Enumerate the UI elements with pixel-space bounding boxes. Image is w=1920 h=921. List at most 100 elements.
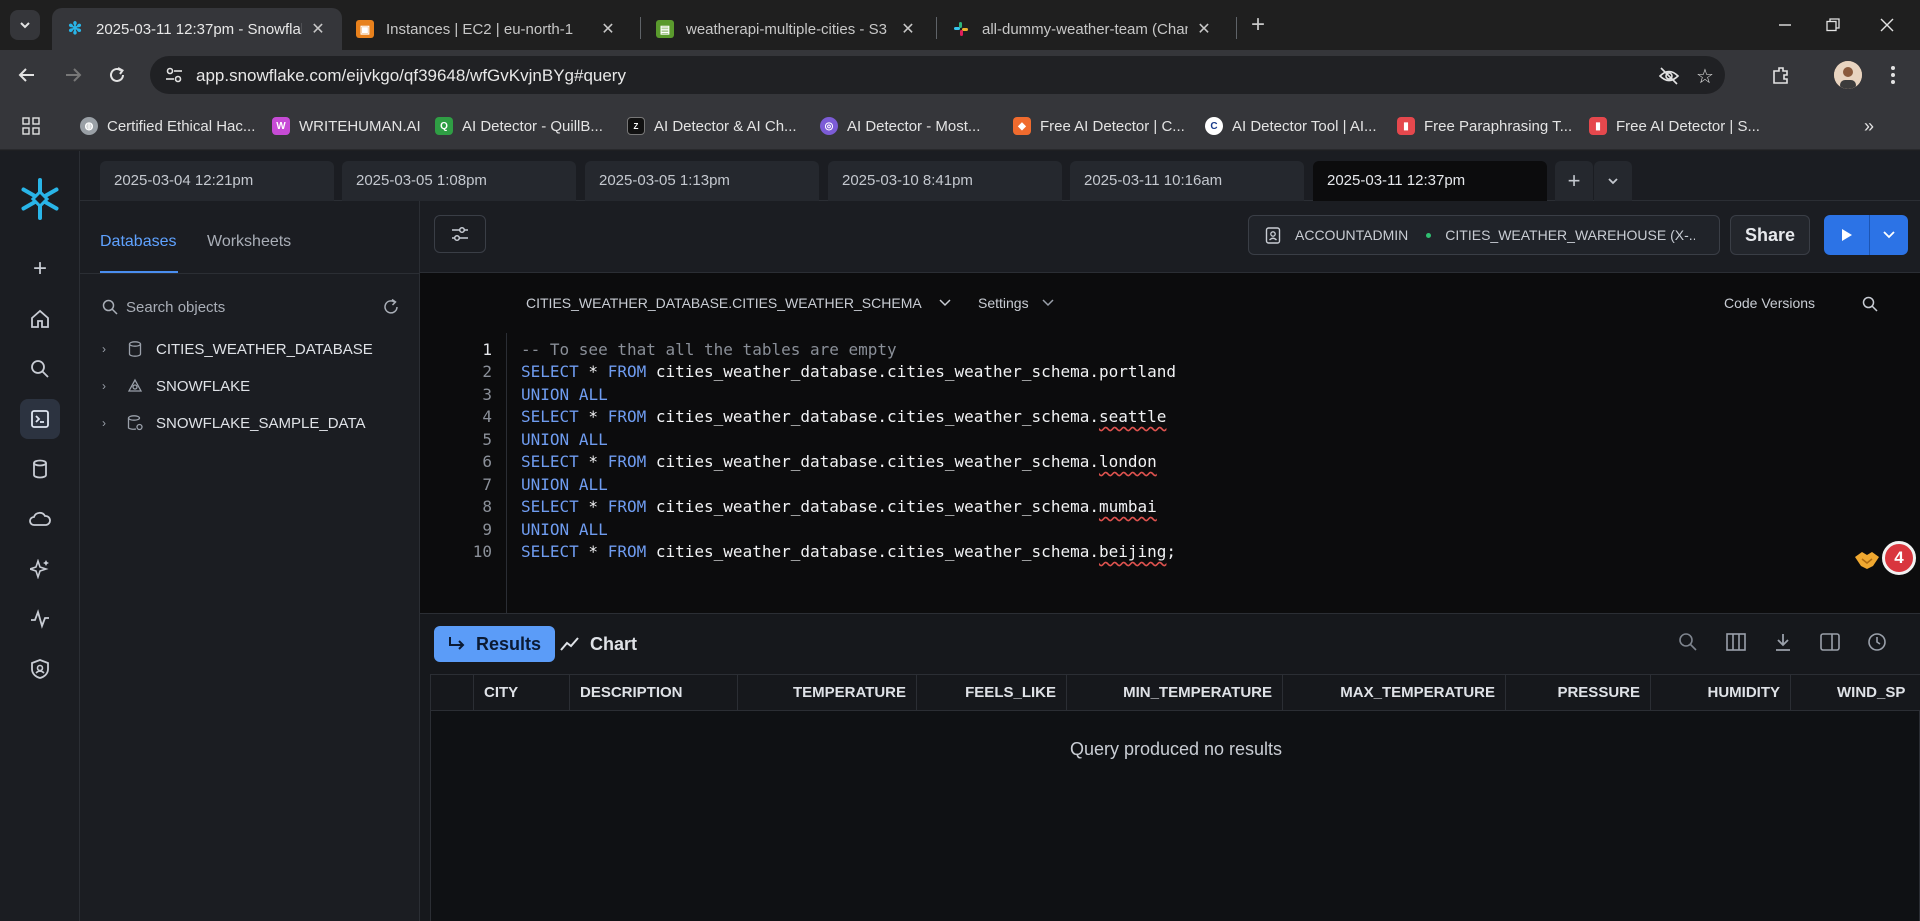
zerogpt-icon: Z xyxy=(627,117,645,135)
profile-avatar[interactable] xyxy=(1834,61,1862,89)
star-icon[interactable]: ☆ xyxy=(1694,65,1716,88)
columns-icon[interactable] xyxy=(1722,628,1750,656)
activity-icon[interactable] xyxy=(20,599,60,639)
search-icon[interactable] xyxy=(20,349,60,389)
divider xyxy=(80,273,420,274)
cloud-icon[interactable] xyxy=(20,499,60,539)
role-warehouse-selector[interactable]: ACCOUNTADMIN CITIES_WEATHER_WAREHOUSE (X… xyxy=(1248,215,1720,255)
arrow-left-icon xyxy=(18,68,34,82)
tab-worksheets[interactable]: Worksheets xyxy=(207,233,291,251)
database-schema-selector[interactable]: CITIES_WEATHER_DATABASE.CITIES_WEATHER_S… xyxy=(526,295,951,311)
bookmark-item[interactable]: Z AI Detector & AI Ch... xyxy=(627,115,797,137)
apps-grid-icon[interactable] xyxy=(22,115,40,137)
handshake-icon xyxy=(1855,552,1879,569)
filter-button[interactable] xyxy=(434,215,486,253)
ai-sparkle-icon[interactable] xyxy=(20,549,60,589)
browser-tab-ec2[interactable]: ▣ Instances | EC2 | eu-north-1 ✕ xyxy=(342,8,632,50)
browser-tab-snowflake[interactable]: ✻ 2025-03-11 12:37pm - Snowflake ✕ xyxy=(52,8,342,50)
create-icon[interactable]: + xyxy=(20,249,60,289)
role-badge-icon xyxy=(1265,227,1281,244)
column-header[interactable]: FEELS_LIKE xyxy=(917,675,1067,711)
restore-button[interactable] xyxy=(1818,12,1848,38)
column-header[interactable]: WIND_SP xyxy=(1791,675,1920,711)
sql-editor[interactable]: 1 2 3 4 5 6 7 8 9 10 -- To see that all … xyxy=(420,333,1920,613)
close-tab-icon[interactable]: ✕ xyxy=(308,19,328,39)
admin-shield-icon[interactable] xyxy=(20,649,60,689)
tab-databases[interactable]: Databases xyxy=(100,233,177,251)
line-number: 4 xyxy=(482,407,492,426)
worksheets-icon[interactable] xyxy=(20,399,60,439)
search-icon[interactable] xyxy=(1862,296,1878,312)
toggle-sidebar-icon[interactable] xyxy=(1816,628,1844,656)
worksheet-tab[interactable]: 2025-03-05 1:08pm xyxy=(342,161,576,201)
database-item[interactable]: › CITIES_WEATHER_DATABASE xyxy=(102,338,373,360)
new-tab-button[interactable]: + xyxy=(1244,12,1272,40)
tab-divider xyxy=(1236,17,1237,39)
line-number: 9 xyxy=(482,520,492,539)
browser-tab-s3[interactable]: ▤ weatherapi-multiple-cities - S3 bucket… xyxy=(642,8,932,50)
tab-chart[interactable]: Chart xyxy=(546,626,651,662)
s3-favicon-icon: ▤ xyxy=(656,20,674,38)
worksheet-tab[interactable]: 2025-03-10 8:41pm xyxy=(828,161,1062,201)
history-clock-icon[interactable] xyxy=(1863,628,1891,656)
code-line: SELECT * FROM cities_weather_database.ci… xyxy=(521,362,1177,381)
eye-off-icon[interactable] xyxy=(1658,65,1680,87)
download-icon[interactable] xyxy=(1769,628,1797,656)
database-item[interactable]: › SNOWFLAKE_SAMPLE_DATA xyxy=(102,412,366,434)
close-window-button[interactable] xyxy=(1872,12,1902,38)
share-button[interactable]: Share xyxy=(1730,215,1810,255)
close-tab-icon[interactable]: ✕ xyxy=(1194,19,1214,39)
run-button[interactable] xyxy=(1824,215,1908,255)
minimize-button[interactable] xyxy=(1770,12,1800,38)
add-worksheet-button[interactable]: + xyxy=(1555,161,1593,201)
settings-dropdown[interactable]: Settings xyxy=(978,295,1055,311)
bookmark-item[interactable]: ▮ Free AI Detector | S... xyxy=(1589,115,1760,137)
column-header[interactable]: DESCRIPTION xyxy=(570,675,738,711)
bookmark-item[interactable]: ◎ AI Detector - Most... xyxy=(820,115,980,137)
run-options-chevron-icon[interactable] xyxy=(1870,215,1908,255)
search-objects-input[interactable]: Search objects xyxy=(102,295,402,319)
worksheet-tab[interactable]: 2025-03-11 10:16am xyxy=(1070,161,1304,201)
bookmark-item[interactable]: ▮ Free Paraphrasing T... xyxy=(1397,115,1572,137)
column-header[interactable]: TEMPERATURE xyxy=(738,675,917,711)
worksheet-tab[interactable]: 2025-03-04 12:21pm xyxy=(100,161,334,201)
worksheet-menu-button[interactable] xyxy=(1594,161,1632,201)
more-bookmarks-icon[interactable]: » xyxy=(1864,115,1874,137)
bookmark-item[interactable]: Q AI Detector - QuillB... xyxy=(435,115,603,137)
back-button[interactable] xyxy=(14,62,40,88)
extensions-icon[interactable] xyxy=(1768,62,1794,88)
bookmark-item[interactable]: ◍ Certified Ethical Hac... xyxy=(80,115,255,137)
column-header[interactable]: HUMIDITY xyxy=(1651,675,1791,711)
column-header[interactable]: MIN_TEMPERATURE xyxy=(1067,675,1283,711)
address-bar[interactable]: app.snowflake.com/eijvkgo/qf39648/wfGvKv… xyxy=(150,56,1725,94)
forward-button[interactable] xyxy=(60,62,86,88)
bookmark-item[interactable]: W WRITEHUMAN.AI xyxy=(272,115,421,137)
column-header[interactable]: CITY xyxy=(474,675,570,711)
brain-icon: ◎ xyxy=(820,117,838,135)
bookmark-item[interactable]: C AI Detector Tool | AI... xyxy=(1205,115,1377,137)
snowflake-logo-icon[interactable] xyxy=(18,177,62,221)
column-header[interactable]: PRESSURE xyxy=(1506,675,1651,711)
worksheet-tab-active[interactable]: 2025-03-11 12:37pm xyxy=(1313,161,1547,201)
play-icon[interactable] xyxy=(1824,215,1870,255)
browser-tab-slack[interactable]: all-dummy-weather-team (Channel) ✕ xyxy=(938,8,1228,50)
code-line: SELECT * FROM cities_weather_database.ci… xyxy=(521,452,1157,471)
floating-help-widget[interactable]: 4 xyxy=(1852,539,1918,579)
database-item[interactable]: › SNOWFLAKE xyxy=(102,375,250,397)
column-header[interactable]: MAX_TEMPERATURE xyxy=(1283,675,1506,711)
search-icon[interactable] xyxy=(1674,628,1702,656)
bookmark-item[interactable]: ◆ Free AI Detector | C... xyxy=(1013,115,1185,137)
close-tab-icon[interactable]: ✕ xyxy=(898,19,918,39)
code-versions-button[interactable]: Code Versions xyxy=(1724,295,1815,311)
reload-button[interactable] xyxy=(104,62,130,88)
refresh-icon[interactable] xyxy=(382,298,400,316)
data-icon[interactable] xyxy=(20,449,60,489)
tab-search-button[interactable] xyxy=(10,10,40,40)
browser-menu-icon[interactable] xyxy=(1880,62,1906,88)
warehouse-status-dot xyxy=(1426,232,1432,238)
tab-results[interactable]: Results xyxy=(434,626,556,662)
home-icon[interactable] xyxy=(20,299,60,339)
worksheet-tab[interactable]: 2025-03-05 1:13pm xyxy=(585,161,819,201)
slack-favicon-icon xyxy=(952,20,970,38)
close-tab-icon[interactable]: ✕ xyxy=(598,19,618,39)
